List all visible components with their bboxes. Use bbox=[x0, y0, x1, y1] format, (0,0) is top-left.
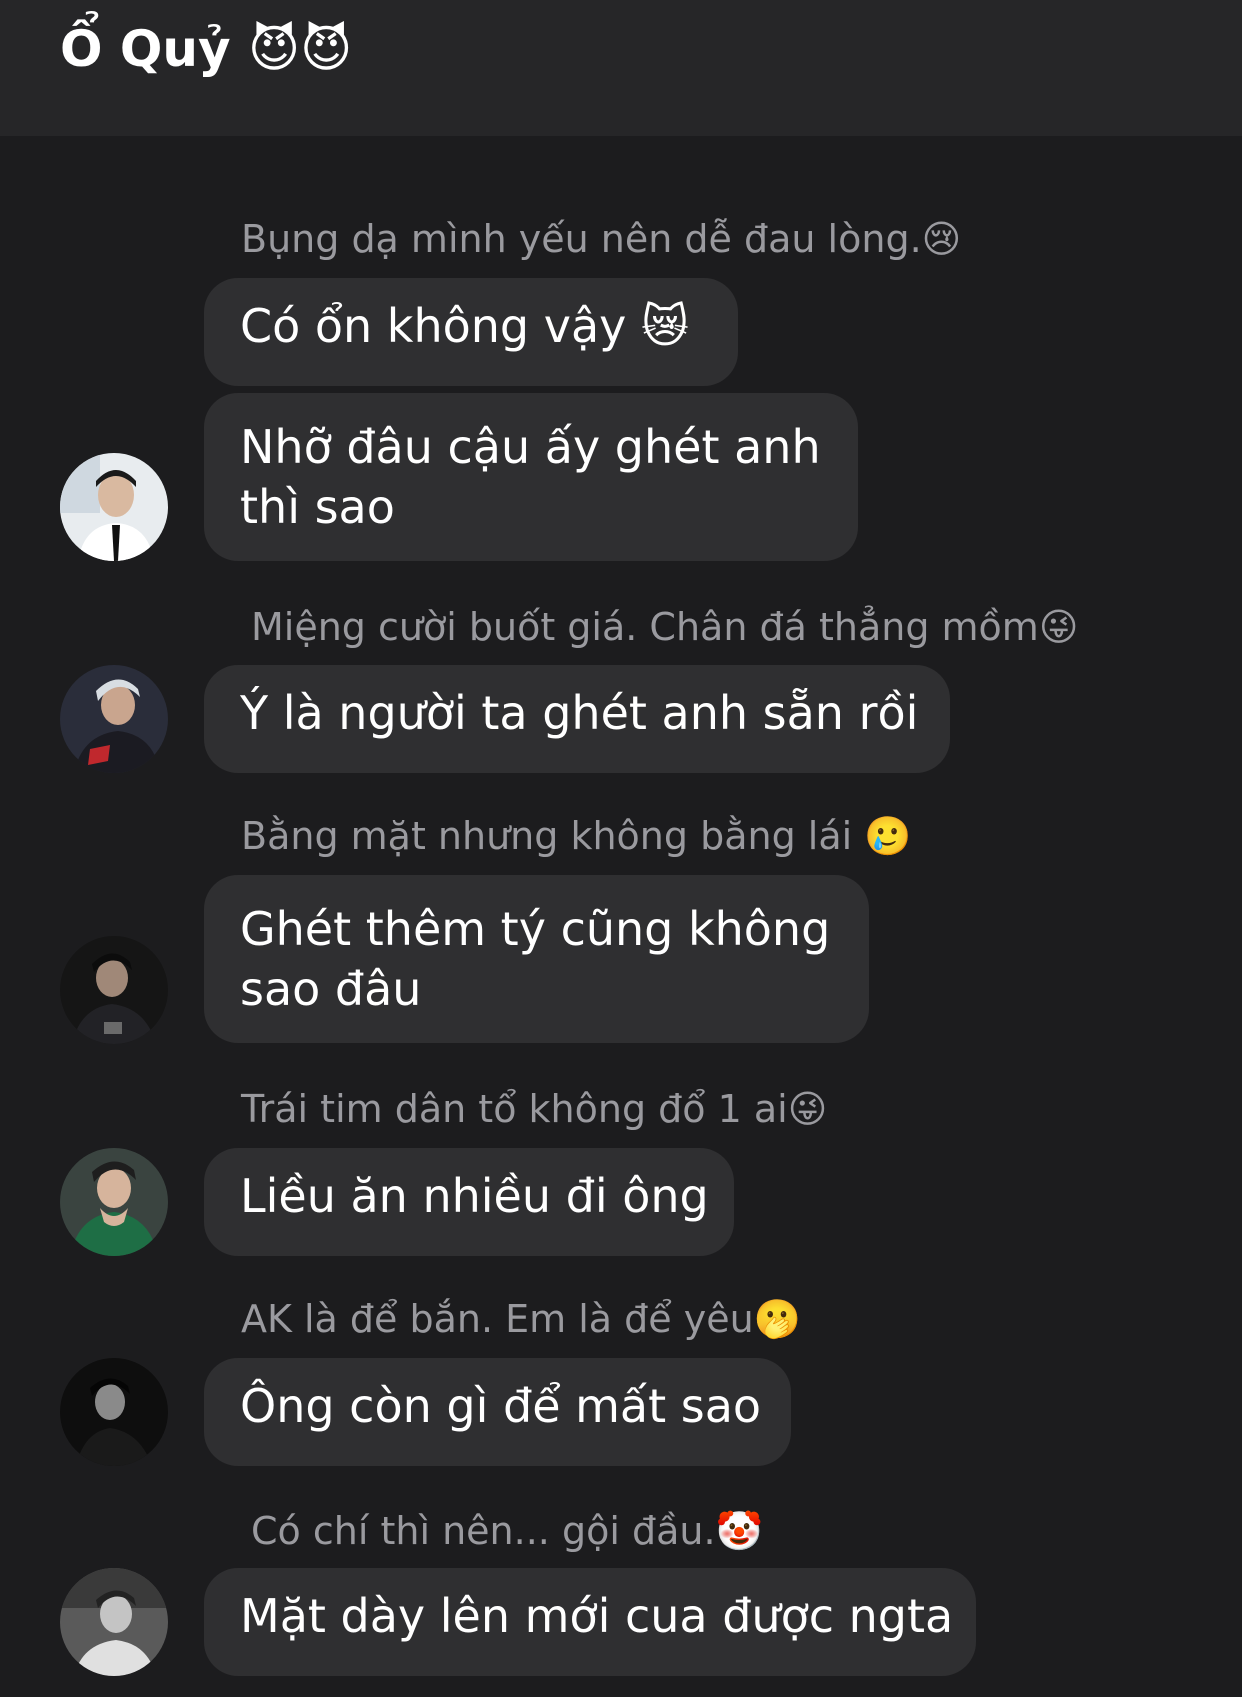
message-bubble[interactable]: Liều ăn nhiều đi ông bbox=[204, 1148, 734, 1256]
message-bubble[interactable]: Nhỡ đâu cậu ấy ghét anh thì sao bbox=[204, 393, 858, 561]
message-bubble[interactable]: Có ổn không vậy 😿 bbox=[204, 278, 738, 386]
sender-nickname: Bụng dạ mình yếu nên dễ đau lòng.😢 bbox=[241, 217, 962, 261]
message-bubble[interactable]: Ý là người ta ghét anh sẵn rồi bbox=[204, 665, 950, 773]
sender-nickname: Có chí thì nên... gội đầu.🤡 bbox=[251, 1509, 763, 1553]
avatar-dark-portrait[interactable] bbox=[60, 1358, 168, 1466]
avatar-white-shirt-tie[interactable] bbox=[60, 453, 168, 561]
avatar-image bbox=[60, 665, 168, 773]
avatar-bw-portrait[interactable] bbox=[60, 1568, 168, 1676]
avatar-image bbox=[60, 1568, 168, 1676]
avatar-dark-jersey[interactable] bbox=[60, 936, 168, 1044]
avatar-green-jersey[interactable] bbox=[60, 1148, 168, 1256]
avatar-image bbox=[60, 1148, 168, 1256]
sender-nickname: Trái tim dân tổ không đổ 1 ai😜 bbox=[241, 1087, 828, 1131]
chat-title[interactable]: Ổ Quỷ 😈😈 bbox=[60, 14, 352, 84]
avatar-silver-hair-jersey[interactable] bbox=[60, 665, 168, 773]
avatar-image bbox=[60, 936, 168, 1044]
message-bubble[interactable]: Mặt dày lên mới cua được ngta bbox=[204, 1568, 976, 1676]
chat-header: Ổ Quỷ 😈😈 bbox=[0, 0, 1242, 136]
avatar-image bbox=[60, 1358, 168, 1466]
avatar-image bbox=[60, 453, 168, 561]
sender-nickname: Bằng mặt nhưng không bằng lái 🥲 bbox=[241, 814, 912, 858]
message-bubble[interactable]: Ông còn gì để mất sao bbox=[204, 1358, 791, 1466]
sender-nickname: AK là để bắn. Em là để yêu🫢 bbox=[241, 1297, 802, 1341]
sender-nickname: Miệng cười buốt giá. Chân đá thẳng mồm😜 bbox=[251, 605, 1079, 649]
message-bubble[interactable]: Ghét thêm tý cũng không sao đâu bbox=[204, 875, 869, 1043]
